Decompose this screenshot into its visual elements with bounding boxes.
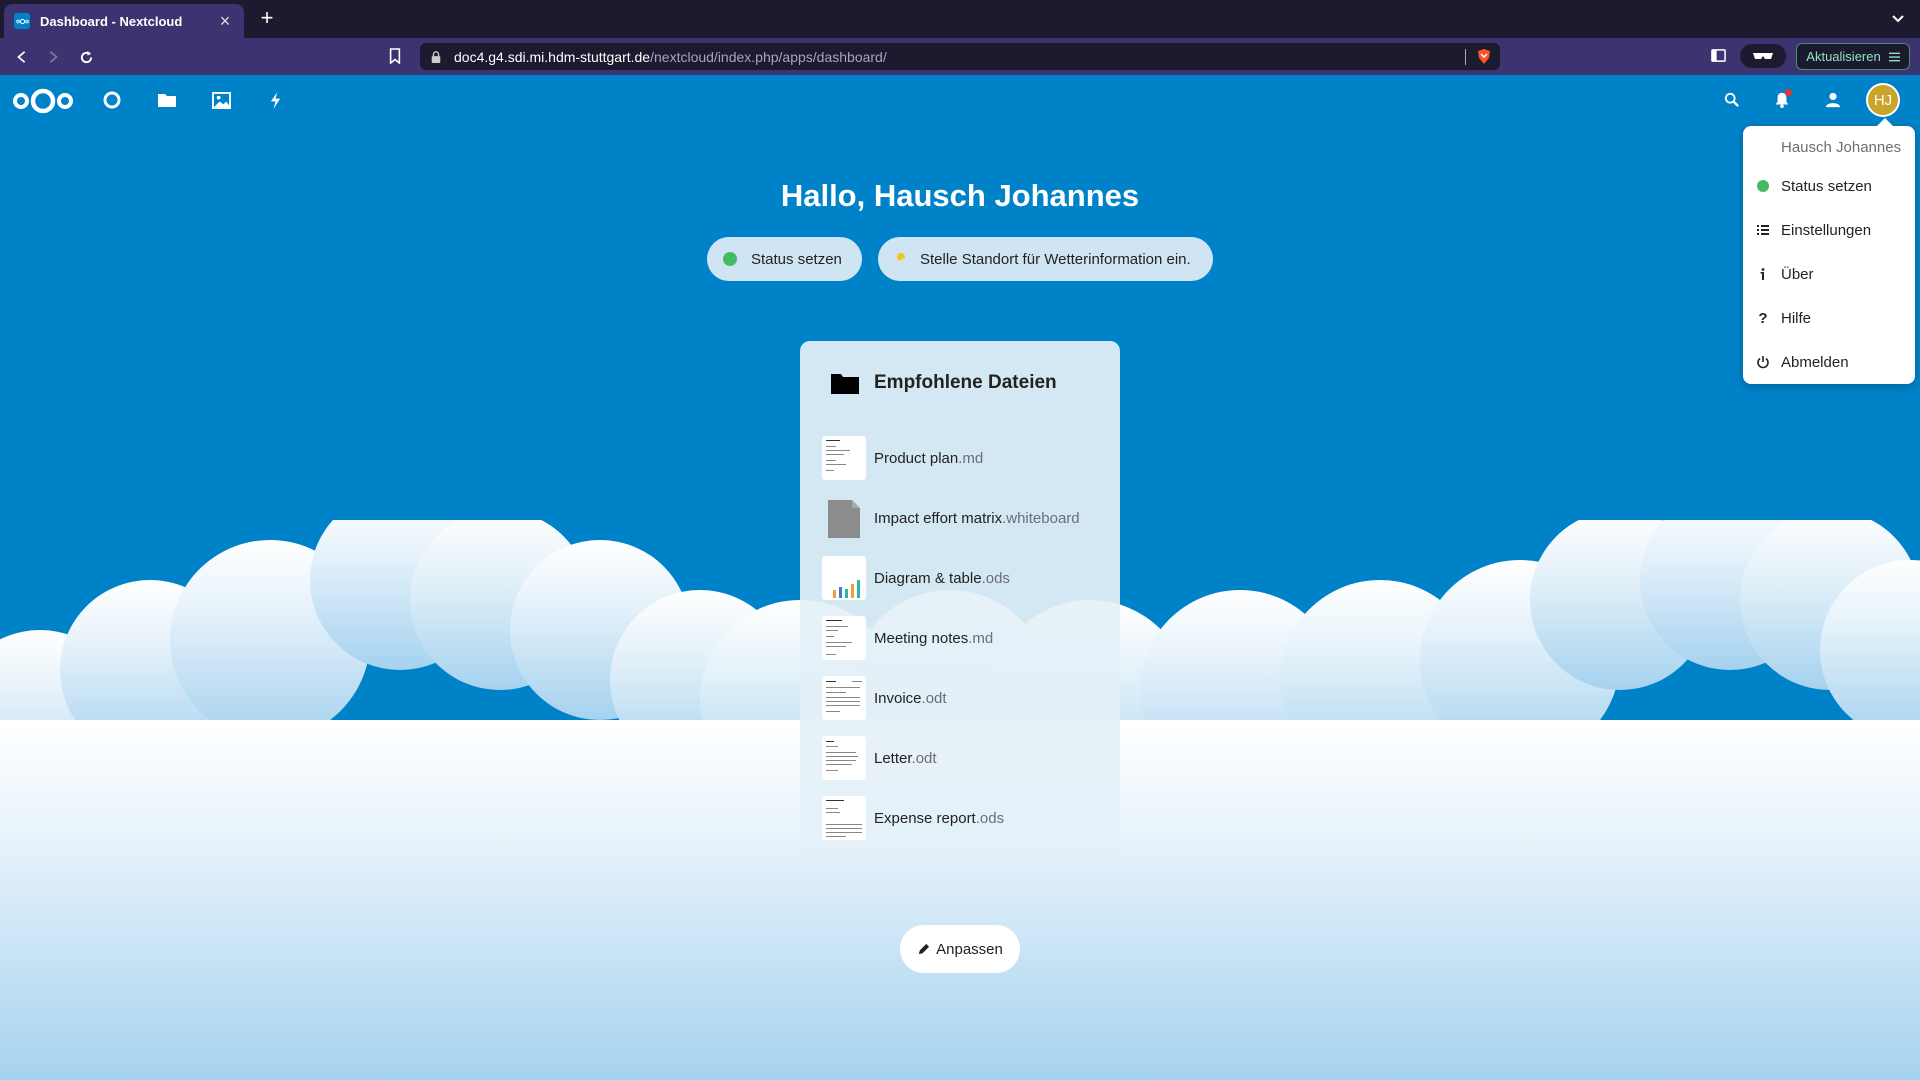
spreadsheet-file-thumbnail xyxy=(822,796,866,840)
file-extension: .ods xyxy=(975,809,1005,827)
online-status-icon xyxy=(1755,178,1771,194)
bookmark-icon[interactable] xyxy=(388,48,404,66)
weather-label: Stelle Standort für Wetterinformation ei… xyxy=(920,250,1191,268)
activity-app-icon[interactable] xyxy=(263,88,287,112)
file-item[interactable]: Product plan.md xyxy=(822,435,1112,481)
file-name: Letter xyxy=(874,749,912,767)
nextcloud-favicon-icon xyxy=(14,13,30,29)
forward-button[interactable] xyxy=(42,46,64,68)
menu-item-label: Über xyxy=(1781,265,1814,283)
widget-header: Empfohlene Dateien xyxy=(830,371,1057,395)
close-tab-icon[interactable]: × xyxy=(216,11,234,32)
photos-app-icon[interactable] xyxy=(209,88,233,112)
contacts-icon[interactable] xyxy=(1821,88,1845,112)
online-status-icon xyxy=(723,252,737,266)
customize-button[interactable]: Anpassen xyxy=(900,925,1020,973)
widget-title: Empfohlene Dateien xyxy=(874,372,1057,393)
file-name: Meeting notes xyxy=(874,629,969,647)
info-icon xyxy=(1755,266,1771,282)
menu-item-about[interactable]: Über xyxy=(1743,254,1915,294)
file-item[interactable]: Impact effort matrix.whiteboard xyxy=(822,495,1112,541)
reload-button[interactable] xyxy=(75,46,97,68)
url-separator xyxy=(1465,49,1466,65)
file-extension: .odt xyxy=(911,749,937,767)
menu-item-label: Hilfe xyxy=(1781,309,1812,327)
browser-toolbar: doc4.g4.sdi.mi.hdm-stuttgart.de /nextclo… xyxy=(0,38,1920,75)
user-menu: Hausch Johannes Status setzen Einstellun… xyxy=(1743,118,1915,384)
file-name: Diagram & table xyxy=(874,569,982,587)
document-file-thumbnail xyxy=(822,736,866,780)
file-name: Invoice xyxy=(874,689,922,707)
address-bar[interactable]: doc4.g4.sdi.mi.hdm-stuttgart.de /nextclo… xyxy=(420,43,1500,70)
sidebar-toggle-icon[interactable] xyxy=(1711,48,1727,64)
weather-sun-cloud-icon xyxy=(894,250,912,268)
status-label: Status setzen xyxy=(751,250,842,268)
file-extension: .odt xyxy=(921,689,947,707)
notifications-icon[interactable] xyxy=(1770,88,1794,112)
customize-label: Anpassen xyxy=(936,940,1003,958)
new-tab-button[interactable]: + xyxy=(255,6,279,30)
chevron-down-icon[interactable] xyxy=(1890,10,1906,26)
file-extension: .md xyxy=(958,449,984,467)
update-label: Aktualisieren xyxy=(1806,49,1881,64)
menu-item-logout[interactable]: Abmelden xyxy=(1743,342,1915,382)
recommended-files-widget: Empfohlene Dateien Product plan.md Impac… xyxy=(800,341,1120,865)
reader-mode-icon[interactable] xyxy=(1740,44,1786,68)
url-path: /nextcloud/index.php/apps/dashboard/ xyxy=(650,48,887,65)
whiteboard-file-icon xyxy=(822,496,866,540)
settings-list-icon xyxy=(1755,222,1771,238)
notification-badge xyxy=(1785,89,1792,96)
browser-tab-bar: Dashboard - Nextcloud × + xyxy=(0,0,1920,38)
dashboard-greeting: Hallo, Hausch Johannes xyxy=(780,178,1140,213)
document-file-thumbnail xyxy=(822,676,866,720)
file-extension: .ods xyxy=(981,569,1010,587)
url-host: doc4.g4.sdi.mi.hdm-stuttgart.de xyxy=(454,48,651,65)
update-button[interactable]: Aktualisieren xyxy=(1796,43,1910,70)
file-item[interactable]: Meeting notes.md xyxy=(822,615,1112,661)
pencil-icon xyxy=(918,943,930,954)
file-extension: .md xyxy=(968,629,994,647)
file-item[interactable]: Letter.odt xyxy=(822,735,1112,781)
browser-tab[interactable]: Dashboard - Nextcloud × xyxy=(4,4,244,38)
menu-item-help[interactable]: ? Hilfe xyxy=(1743,298,1915,338)
file-item[interactable]: Expense report.ods xyxy=(822,795,1112,841)
file-item[interactable]: Invoice.odt xyxy=(822,675,1112,721)
lock-icon xyxy=(430,50,444,64)
menu-item-label: Status setzen xyxy=(1781,177,1872,195)
brave-shield-icon[interactable] xyxy=(1476,48,1492,65)
nextcloud-logo-icon[interactable] xyxy=(12,87,74,115)
markdown-file-thumbnail xyxy=(822,436,866,480)
menu-user-name: Hausch Johannes xyxy=(1781,139,1902,156)
file-name: Expense report xyxy=(874,809,976,827)
files-app-icon[interactable] xyxy=(155,88,179,112)
dashboard-app-icon[interactable] xyxy=(100,88,124,112)
file-extension: .whiteboard xyxy=(1002,509,1080,527)
file-name: Product plan xyxy=(874,449,959,467)
help-icon: ? xyxy=(1758,309,1768,327)
weather-location-button[interactable]: Stelle Standort für Wetterinformation ei… xyxy=(878,237,1213,281)
markdown-file-thumbnail xyxy=(822,616,866,660)
power-icon xyxy=(1755,354,1771,370)
file-name: Impact effort matrix xyxy=(874,509,1003,527)
menu-item-label: Einstellungen xyxy=(1781,221,1872,239)
folder-icon xyxy=(830,371,860,395)
spreadsheet-chart-thumbnail xyxy=(822,556,866,600)
tab-title: Dashboard - Nextcloud xyxy=(40,13,183,29)
back-button[interactable] xyxy=(11,46,33,68)
status-button[interactable]: Status setzen xyxy=(707,237,862,281)
search-icon[interactable] xyxy=(1720,88,1744,112)
nextcloud-header: HJ xyxy=(0,75,1920,125)
file-item[interactable]: Diagram & table.ods xyxy=(822,555,1112,601)
menu-item-label: Abmelden xyxy=(1781,353,1849,371)
user-avatar[interactable]: HJ xyxy=(1866,83,1900,117)
menu-item-status[interactable]: Status setzen xyxy=(1743,166,1915,206)
menu-icon xyxy=(1888,52,1900,61)
menu-item-settings[interactable]: Einstellungen xyxy=(1743,210,1915,250)
